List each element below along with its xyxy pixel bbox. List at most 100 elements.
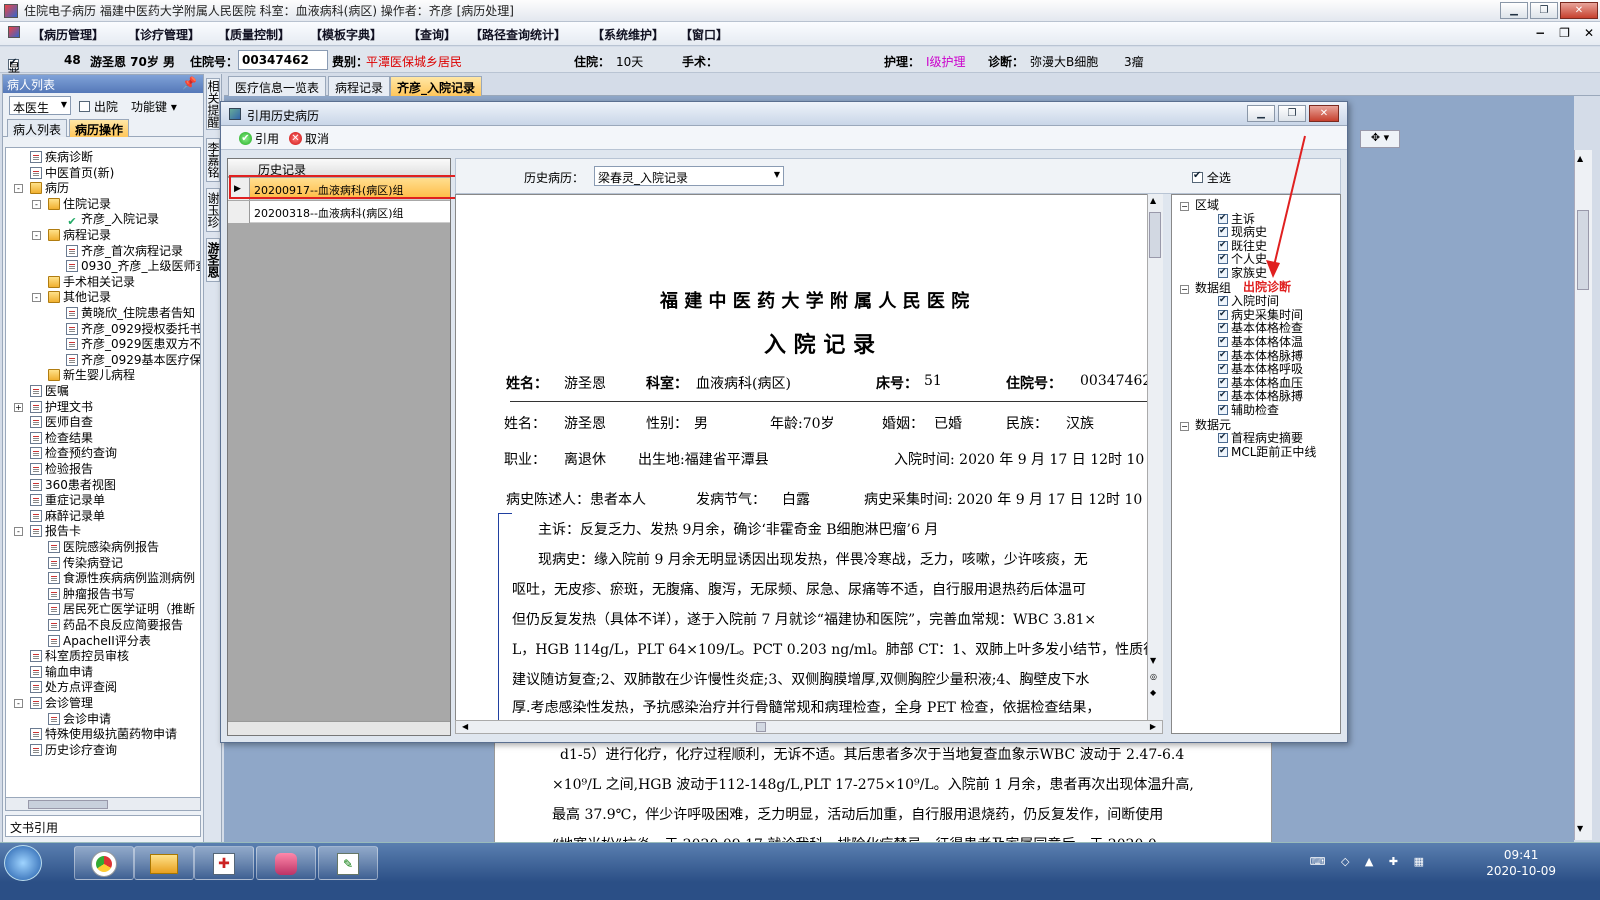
checkbox-icon[interactable] — [1218, 349, 1228, 362]
dialog-close-button[interactable]: ✕ — [1309, 105, 1339, 122]
menu-item-window[interactable]: 【窗口】 — [680, 26, 728, 43]
checkbox-icon[interactable] — [1218, 389, 1228, 402]
menu-item-record-mgmt[interactable]: 【病历管理】 — [32, 26, 104, 43]
tree-item[interactable]: 麻醉记录单 — [30, 509, 105, 524]
tree-item[interactable]: 医嘱 — [30, 384, 69, 399]
tab-patient-list[interactable]: 病人列表 — [7, 119, 68, 137]
mdi-restore-icon[interactable]: ❐ — [1559, 26, 1570, 40]
tree-item[interactable]: 疾病诊断 — [30, 150, 93, 165]
vtab-reminder[interactable]: 相关提醒 — [206, 78, 220, 130]
pin-icon[interactable]: 📌 — [182, 76, 197, 90]
tree-item[interactable]: 中医首页(新) — [30, 166, 114, 181]
doctor-filter-select[interactable]: 本医生 ▼ — [9, 96, 71, 115]
mdi-minimize-icon[interactable]: − — [1535, 26, 1545, 40]
tree-expander-icon[interactable]: − — [1180, 421, 1189, 431]
tree-item[interactable]: 新生婴儿病程 — [48, 368, 135, 383]
field-checkbox[interactable]: 首程病史摘要 — [1218, 431, 1303, 445]
checkbox-icon[interactable] — [1218, 321, 1228, 334]
tree-item[interactable]: 会诊申请 — [48, 712, 111, 727]
checkbox-icon[interactable] — [1218, 239, 1228, 252]
field-checkbox[interactable]: 现病史 — [1218, 225, 1267, 239]
vtab-patient-2[interactable]: 谢玉珍 — [206, 188, 220, 232]
tree-expander-icon[interactable]: - — [32, 199, 41, 209]
checkbox-icon[interactable] — [1218, 212, 1228, 225]
tree-item[interactable]: 会诊管理 — [30, 696, 93, 711]
field-checkbox[interactable]: 基本体格脉搏 — [1218, 349, 1303, 363]
field-checkbox[interactable]: 基本体格体温 — [1218, 335, 1303, 349]
maximize-button[interactable]: ❐ — [1530, 2, 1558, 19]
chrome-taskbar-icon[interactable] — [74, 846, 134, 880]
tree-expander-icon[interactable]: - — [14, 527, 23, 537]
checkbox-icon[interactable] — [1218, 294, 1228, 307]
tree-item[interactable]: 360患者视图 — [30, 478, 116, 493]
menu-item-path-stats[interactable]: 【路径查询统计】 — [470, 26, 566, 43]
checkbox-icon[interactable] — [1218, 403, 1228, 416]
tree-expander-icon[interactable]: − — [1180, 202, 1189, 211]
tree-expander-icon[interactable]: − — [1180, 284, 1189, 294]
tab-medical-overview[interactable]: 医疗信息一览表 — [228, 76, 327, 96]
checkbox-icon[interactable] — [1218, 252, 1228, 265]
tree-item[interactable]: ApacheII评分表 — [48, 634, 151, 649]
field-checkbox[interactable]: 辅助检查 — [1218, 403, 1279, 417]
tree-item[interactable]: 报告卡 — [30, 524, 81, 539]
preview-vertical-scrollbar[interactable]: ▲ ▼ ◎ ◆ — [1147, 194, 1163, 722]
vtab-patient-1[interactable]: 李嘉铭 — [206, 138, 220, 182]
tree-item[interactable]: 检查预约查询 — [30, 446, 117, 461]
tree-item[interactable]: 检验报告 — [30, 462, 93, 477]
tree-item[interactable]: ✔ 齐彦_入院记录 — [66, 212, 159, 228]
emr-taskbar-icon[interactable]: ✚ — [194, 846, 254, 880]
tree-item[interactable]: 检查结果 — [30, 431, 93, 446]
tree-item[interactable]: 特殊使用级抗菌药物申请 — [30, 727, 177, 742]
checkbox-icon[interactable] — [1218, 445, 1228, 458]
mdi-close-icon[interactable]: ✕ — [1584, 26, 1594, 40]
function-key-menu[interactable]: 功能键 ▾ — [131, 98, 177, 115]
field-checkbox[interactable]: 基本体格检查 — [1218, 321, 1303, 335]
vtab-patient-3[interactable]: 游圣恩 — [206, 238, 220, 282]
field-checkbox[interactable]: 个人史 — [1218, 252, 1267, 266]
dialog-maximize-button[interactable]: ❐ — [1278, 105, 1306, 122]
tree-item[interactable]: 病程记录 — [48, 228, 111, 243]
tree-item[interactable]: 食源性疾病病例监测病例 — [48, 571, 195, 586]
tree-item[interactable]: 药品不良反应简要报告 — [48, 618, 183, 633]
hosp-no-field[interactable]: 00347462 — [238, 50, 328, 70]
history-record-select[interactable]: 梁春灵_入院记录 ▼ — [594, 166, 784, 186]
tree-expander-icon[interactable]: + — [14, 402, 23, 412]
field-checkbox[interactable]: 病史采集时间 — [1218, 308, 1303, 322]
tree-item[interactable]: 肿瘤报告书写 — [48, 587, 135, 602]
field-checkbox[interactable]: 基本体格血压 — [1218, 376, 1303, 390]
tree-item[interactable]: 手术相关记录 — [48, 275, 135, 290]
folder-taskbar-icon[interactable] — [134, 846, 194, 880]
editor-taskbar-icon[interactable]: ✎ — [318, 846, 378, 880]
select-all-checkbox[interactable]: 全选 — [1192, 169, 1231, 186]
checkbox-icon[interactable] — [1218, 266, 1228, 279]
checkbox-icon[interactable] — [1218, 376, 1228, 389]
system-tray[interactable]: ⌨ ◇ ▲ ✚ ▦ — [1310, 855, 1430, 868]
field-group[interactable]: − 数据组 — [1180, 281, 1231, 295]
tree-item[interactable]: 输血申请 — [30, 665, 93, 680]
tree-item[interactable]: 居民死亡医学证明（推断 — [48, 602, 195, 617]
tree-item[interactable]: 其他记录 — [48, 290, 111, 305]
tree-item[interactable]: 齐彦_首次病程记录 — [66, 244, 183, 259]
main-vertical-scrollbar[interactable]: ▲ ▼ — [1574, 150, 1592, 840]
preview-horizontal-scrollbar[interactable]: ◀ ▶ — [455, 720, 1163, 734]
tree-item[interactable]: 医师自查 — [30, 415, 93, 430]
field-group[interactable]: − 区域 — [1180, 199, 1219, 212]
tree-item[interactable]: 病历 — [30, 181, 69, 196]
close-button[interactable]: ✕ — [1560, 2, 1598, 19]
history-horizontal-scrollbar[interactable] — [228, 721, 450, 735]
tree-item[interactable]: 重症记录单 — [30, 493, 105, 508]
field-checkbox[interactable]: 主诉 — [1218, 212, 1255, 226]
menu-item-quality[interactable]: 【质量控制】 — [218, 26, 290, 43]
discharge-checkbox[interactable]: 出院 — [79, 98, 118, 115]
field-checkbox[interactable]: 既往史 — [1218, 239, 1267, 253]
dialog-minimize-button[interactable]: ▁ — [1247, 105, 1275, 122]
field-checkbox[interactable]: MCL距前正中线 — [1218, 445, 1316, 459]
field-checkbox[interactable]: 基本体格呼吸 — [1218, 362, 1303, 376]
tree-item[interactable]: 齐彦_0929医患双方不 — [66, 337, 200, 352]
checkbox-icon[interactable] — [1218, 431, 1228, 444]
field-checkbox[interactable]: 入院时间 — [1218, 294, 1279, 308]
move-handle-icon[interactable]: ✥ ▾ — [1360, 130, 1400, 148]
tree-expander-icon[interactable]: - — [32, 231, 41, 240]
field-group[interactable]: − 数据元 — [1180, 418, 1231, 432]
tree-expander-icon[interactable]: - — [14, 184, 23, 194]
